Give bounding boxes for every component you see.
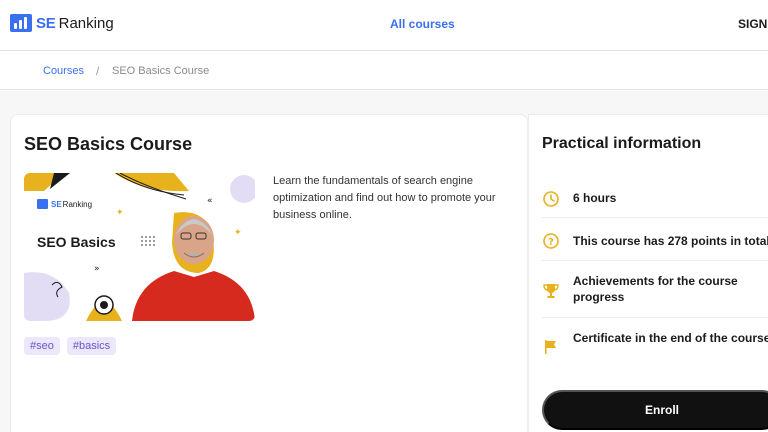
thumbnail-logo-se: SE — [51, 199, 62, 209]
breadcrumb-current: SEO Basics Course — [112, 65, 210, 77]
info-row-duration: 6 hours — [542, 175, 768, 218]
svg-text:✦: ✦ — [234, 228, 242, 238]
course-description: Learn the fundamentals of search engine … — [273, 175, 496, 221]
breadcrumb: Courses / SEO Basics Course — [0, 51, 768, 90]
tag-list: #seo #basics — [24, 337, 117, 355]
svg-text:»: » — [94, 264, 100, 274]
info-certificate-text: Certificate in the end of the course — [573, 331, 768, 345]
info-duration-text: 6 hours — [573, 191, 617, 205]
course-card: SEO Basics Course « » ✦ ✦ SE Ranking SEO… — [10, 114, 528, 432]
thumbnail-title: SEO Basics — [37, 234, 116, 250]
svg-text:?: ? — [548, 237, 554, 248]
info-achievements-text: Achievements for the course progress — [573, 274, 738, 304]
thumbnail-logo-ranking: Ranking — [62, 199, 93, 209]
breadcrumb-courses-link[interactable]: Courses — [43, 65, 84, 77]
logo-text-ranking: Ranking — [58, 14, 114, 32]
enroll-button[interactable]: Enroll — [542, 390, 768, 430]
course-title: SEO Basics Course — [24, 134, 193, 154]
logo-bars-icon — [10, 14, 32, 32]
practical-info-panel: Practical information 6 hours ? This cou… — [528, 114, 768, 432]
course-thumbnail: « » ✦ ✦ SE Ranking SEO Basics — [24, 173, 255, 321]
info-row-certificate: Certificate in the end of the course — [542, 318, 768, 375]
top-header: SE Ranking All courses SIGN — [0, 0, 768, 51]
nav-all-courses[interactable]: All courses — [390, 17, 455, 31]
info-points-text: This course has 278 points in total — [573, 234, 768, 248]
breadcrumb-separator: / — [96, 64, 100, 78]
svg-text:✦: ✦ — [116, 208, 124, 218]
info-row-achievements: Achievements for the course progress — [542, 261, 768, 318]
thumbnail-logo-icon — [37, 199, 48, 209]
clock-icon — [543, 191, 559, 207]
tag-basics[interactable]: #basics — [66, 337, 117, 355]
practical-info-title: Practical information — [542, 135, 702, 152]
main-content: SEO Basics Course « » ✦ ✦ SE Ranking SEO… — [0, 91, 768, 432]
logo-text-se: SE — [36, 14, 56, 32]
trophy-icon — [543, 284, 559, 298]
thumbnail-logo: SE Ranking — [37, 199, 92, 209]
sign-in-link[interactable]: SIGN — [738, 17, 767, 31]
svg-text:«: « — [207, 196, 213, 206]
question-circle-icon: ? — [543, 233, 559, 249]
tag-seo[interactable]: #seo — [24, 337, 60, 355]
se-ranking-logo[interactable]: SE Ranking — [10, 14, 114, 32]
flag-icon — [545, 340, 556, 354]
info-row-points: ? This course has 278 points in total — [542, 218, 768, 261]
